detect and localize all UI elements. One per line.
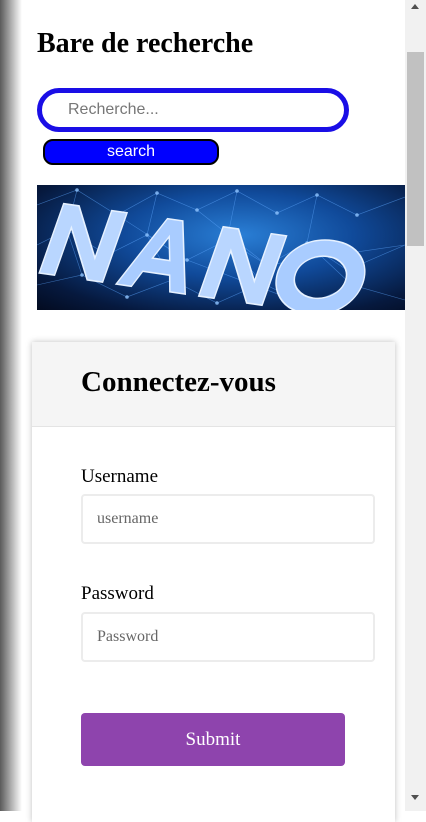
scroll-up-arrow-icon[interactable] (411, 4, 419, 9)
scrollbar-thumb[interactable] (407, 52, 424, 246)
search-section-title: Bare de recherche (37, 28, 254, 59)
search-input[interactable] (37, 88, 349, 132)
scroll-down-arrow-icon[interactable] (411, 795, 419, 800)
password-label: Password (81, 583, 154, 604)
login-card-header: Connectez-vous (32, 342, 395, 427)
nano-banner-graphic (37, 188, 405, 310)
nano-banner-image (37, 185, 405, 310)
username-input[interactable] (81, 494, 375, 544)
login-card: Connectez-vous Username Password Submit (32, 342, 395, 822)
vertical-scrollbar[interactable] (405, 0, 426, 811)
login-title: Connectez-vous (81, 366, 276, 398)
page: Bare de recherche search (0, 0, 405, 822)
submit-button[interactable]: Submit (81, 713, 345, 766)
username-label: Username (81, 466, 159, 487)
search-button[interactable]: search (43, 139, 219, 165)
password-input[interactable] (81, 612, 375, 662)
